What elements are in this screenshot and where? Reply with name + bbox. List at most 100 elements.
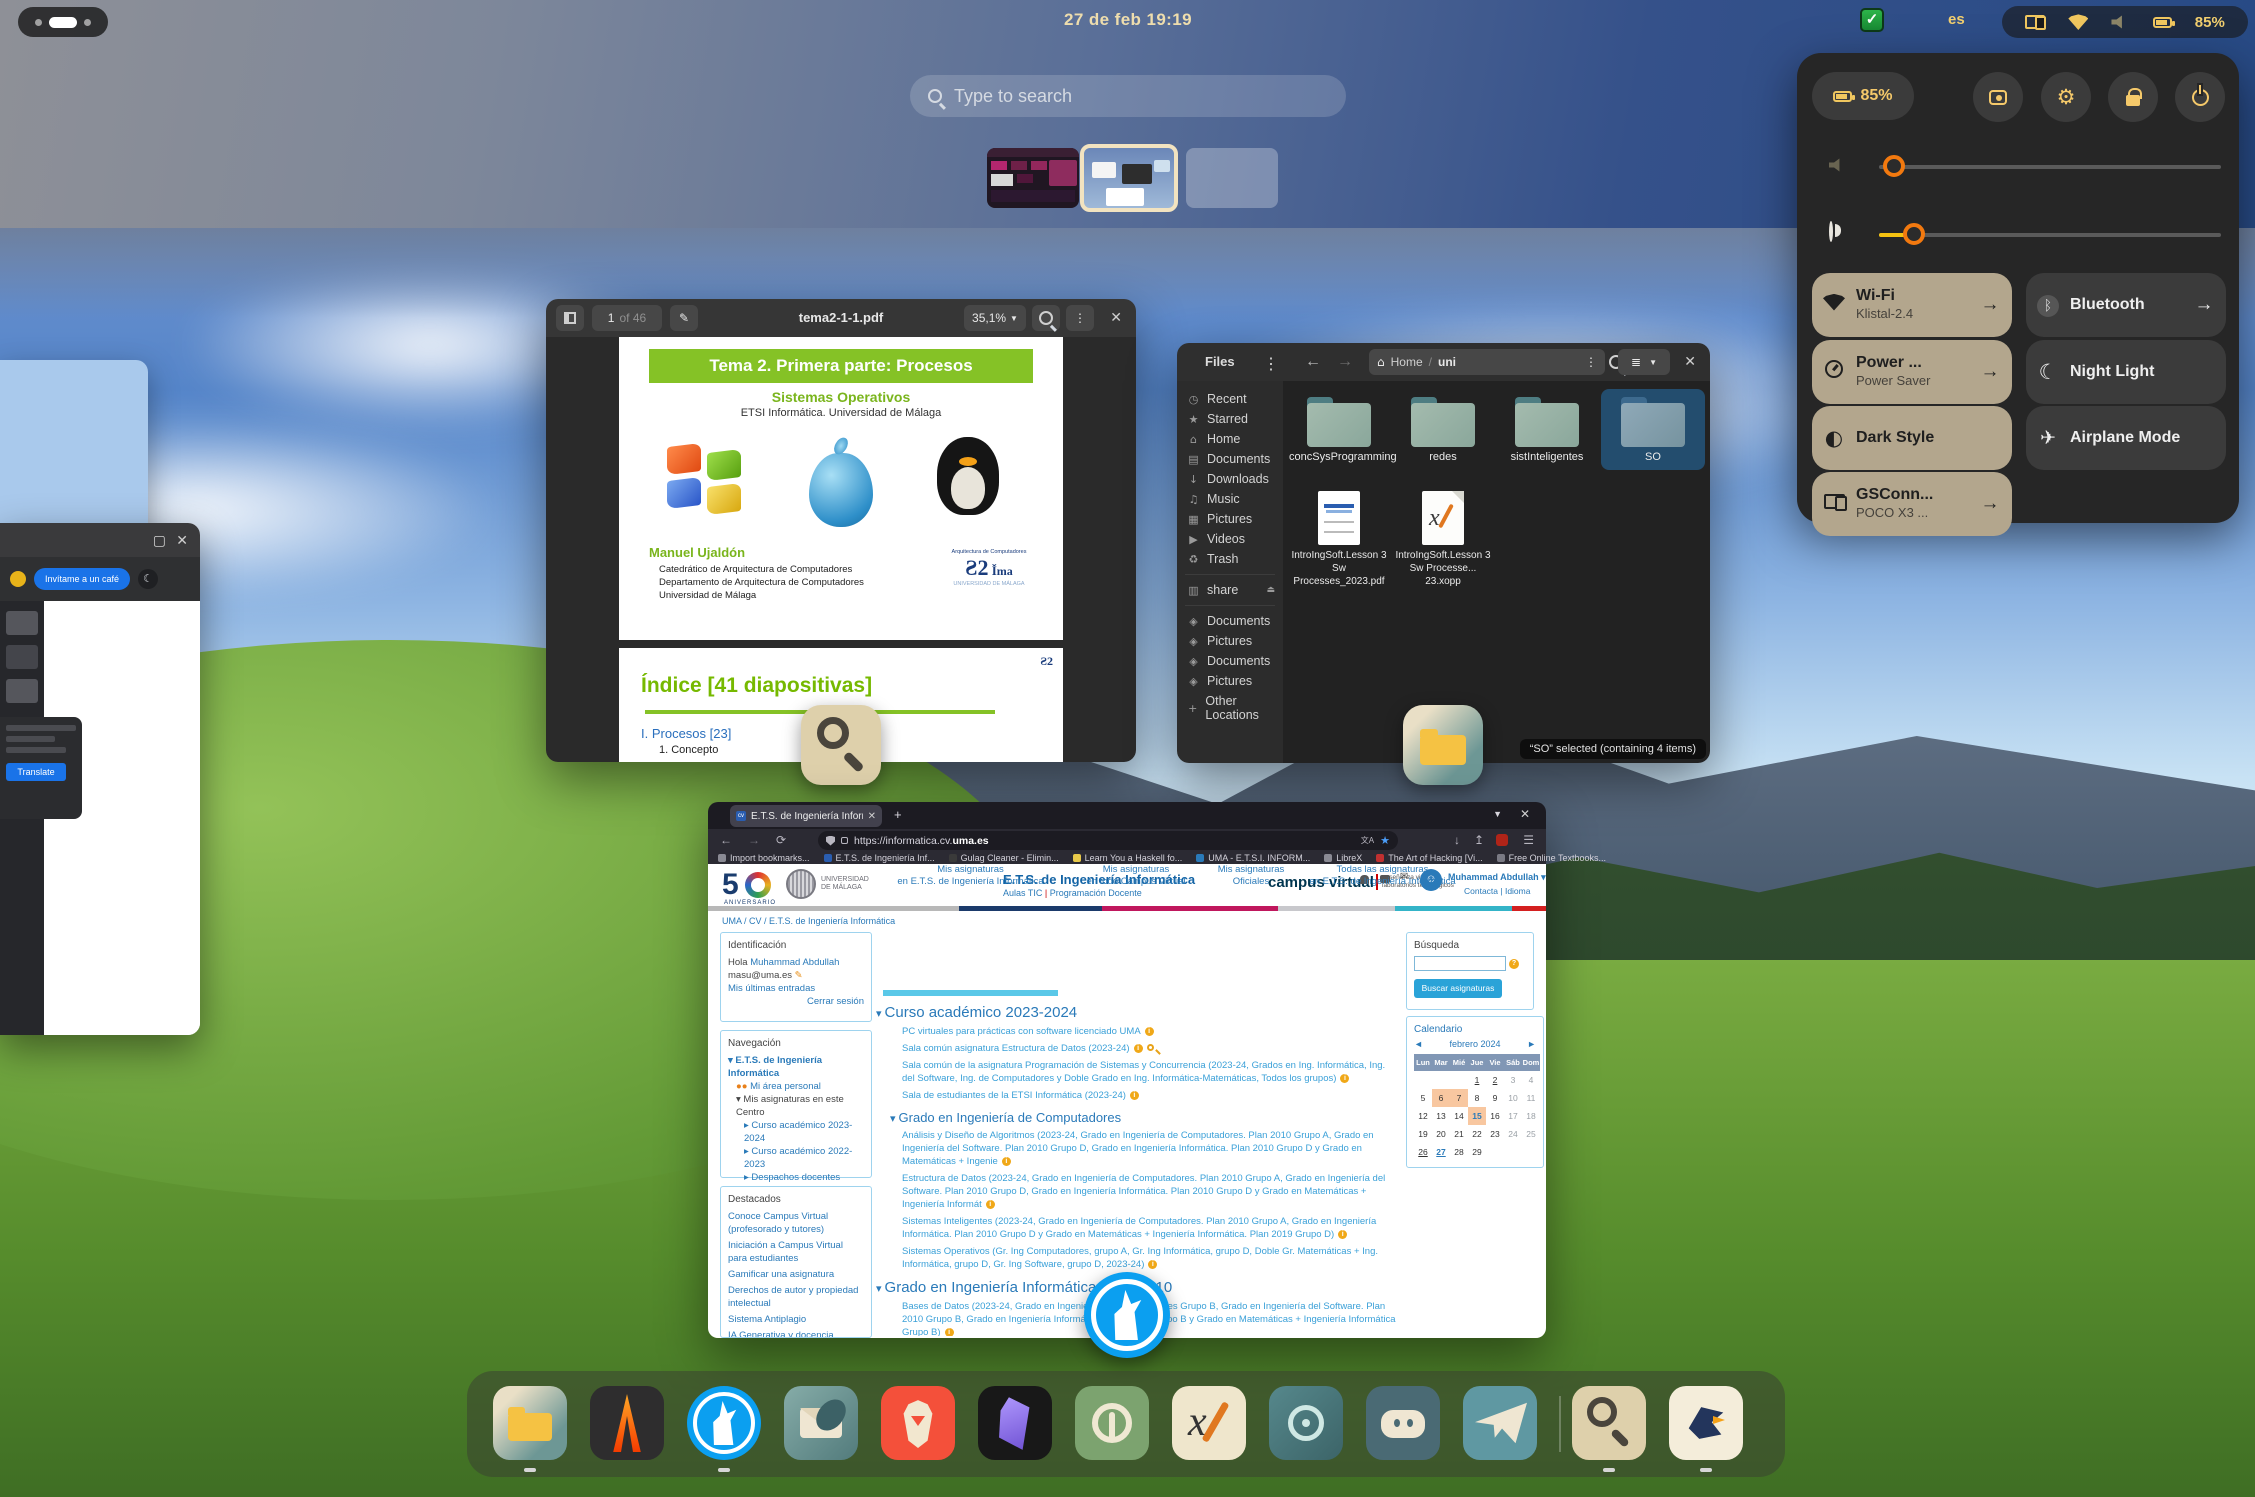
logout-link[interactable]: Cerrar sesión bbox=[728, 995, 864, 1008]
calendar-day[interactable]: 6 bbox=[1432, 1089, 1450, 1107]
sidebar-item-starred[interactable]: ★Starred bbox=[1177, 409, 1283, 429]
files-content[interactable]: concSysProgramming redes sistInteligente… bbox=[1283, 381, 1710, 763]
bookmark-item[interactable]: UMA - E.T.S.I. INFORM... bbox=[1196, 853, 1310, 863]
breadcrumb[interactable]: UMA / CV / E.T.S. de Ingeniería Informát… bbox=[722, 916, 895, 926]
calendar-day[interactable]: 29 bbox=[1468, 1143, 1486, 1161]
forward-button[interactable]: → bbox=[748, 833, 760, 847]
workspace-indicator[interactable] bbox=[18, 7, 108, 37]
bookmark-item[interactable]: E.T.S. de Ingeniería Inf... bbox=[824, 853, 935, 863]
path-bar[interactable]: ⌂ Home / uni ⋮ bbox=[1369, 349, 1605, 375]
bookmark-item[interactable]: LibreX bbox=[1324, 853, 1362, 863]
course-link[interactable]: Sala común asignatura Estructura de Dato… bbox=[902, 1042, 1396, 1055]
calendar-day[interactable]: 21 bbox=[1450, 1125, 1468, 1143]
sidebar-item-pictures[interactable]: ◈Pictures bbox=[1177, 671, 1283, 691]
bookmark-item[interactable]: Learn You a Haskell fo... bbox=[1073, 853, 1183, 863]
last-entries-link[interactable]: Mis últimas entradas bbox=[728, 982, 864, 995]
dock-files[interactable] bbox=[493, 1386, 567, 1460]
tile-bluetooth[interactable]: ᛒ Bluetooth → bbox=[2026, 273, 2226, 337]
calendar-day[interactable]: 14 bbox=[1450, 1107, 1468, 1125]
sidebar-item-downloads[interactable]: ↓Downloads bbox=[1177, 469, 1283, 489]
arrow-right-icon[interactable]: → bbox=[1968, 294, 2012, 316]
folder-sistinteligentes[interactable]: sistInteligentes bbox=[1497, 397, 1597, 464]
calendar-day[interactable]: 16 bbox=[1486, 1107, 1504, 1125]
calendar-day[interactable]: 27 bbox=[1432, 1143, 1450, 1161]
dock-floorp[interactable] bbox=[1669, 1386, 1743, 1460]
arrow-right-icon[interactable]: → bbox=[1968, 361, 2012, 383]
power-button[interactable] bbox=[2175, 72, 2225, 122]
file-pdf[interactable]: IntroIngSoft.Lesson 3 Sw Processes_2023.… bbox=[1289, 491, 1389, 588]
back-button[interactable]: ← bbox=[720, 833, 732, 847]
dock-discord[interactable] bbox=[1366, 1386, 1440, 1460]
calendar-day[interactable]: 23 bbox=[1486, 1125, 1504, 1143]
tile-dark-style[interactable]: ◐ Dark Style bbox=[1812, 406, 2012, 470]
brightness-slider[interactable] bbox=[1879, 233, 2221, 237]
translate-button[interactable]: Translate bbox=[6, 763, 66, 781]
dock-web[interactable] bbox=[1269, 1386, 1343, 1460]
eject-icon[interactable]: ⏏ bbox=[1266, 585, 1275, 595]
folder-redes[interactable]: redes bbox=[1393, 397, 1493, 464]
browser-tab[interactable]: cv E.T.S. de Ingeniería Inform ✕ bbox=[730, 805, 882, 827]
calendar-prev[interactable]: ◄ bbox=[1414, 1038, 1423, 1051]
nav-center[interactable]: ▾ Mis asignaturas en este Centro bbox=[736, 1093, 864, 1119]
featured-link[interactable]: Derechos de autor y propiedad intelectua… bbox=[728, 1284, 864, 1310]
dock-alacritty[interactable] bbox=[590, 1386, 664, 1460]
calendar-day[interactable]: 7 bbox=[1450, 1089, 1468, 1107]
system-tray[interactable]: 85% bbox=[2002, 6, 2248, 38]
course-link[interactable]: Sistemas Operativos (Gr. Ing Computadore… bbox=[902, 1245, 1396, 1271]
thumbnail[interactable] bbox=[6, 679, 38, 703]
featured-link[interactable]: Iniciación a Campus Virtual para estudia… bbox=[728, 1239, 864, 1265]
tab-todas[interactable]: Todas las asignaturasen E.T.S. de Ingeni… bbox=[1300, 864, 1465, 888]
dock-thunderbird[interactable] bbox=[784, 1386, 858, 1460]
bookmark-item[interactable]: Import bookmarks... bbox=[718, 853, 810, 863]
sidebar-item-other-locations[interactable]: +Other Locations bbox=[1177, 691, 1283, 725]
new-tab-button[interactable]: + bbox=[894, 807, 902, 822]
librewolf-app-icon[interactable] bbox=[1084, 1272, 1170, 1358]
window-close-icon[interactable]: ✕ bbox=[1520, 807, 1530, 821]
files-app-icon[interactable] bbox=[1403, 705, 1483, 785]
restore-icon[interactable]: ▢ bbox=[153, 532, 166, 549]
tile-airplane-mode[interactable]: ✈ Airplane Mode bbox=[2026, 406, 2226, 470]
zoom-level-dropdown[interactable]: 35,1%▼ bbox=[964, 305, 1026, 331]
search-input[interactable]: Type to search bbox=[910, 75, 1346, 117]
arrow-right-icon[interactable]: → bbox=[2182, 294, 2226, 316]
files-window[interactable]: Files ⋮ ← → ⌂ Home / uni ⋮ ≣▼ ✕ ◷Recent★… bbox=[1177, 343, 1710, 763]
file-xopp[interactable]: x IntroIngSoft.Lesson 3 Sw Processe... 2… bbox=[1393, 491, 1493, 588]
course-link[interactable]: Análisis y Diseño de Algoritmos (2023-24… bbox=[902, 1129, 1396, 1168]
featured-link[interactable]: IA Generativa y docencia bbox=[728, 1329, 864, 1338]
email-row[interactable]: masu@uma.es ✎ bbox=[728, 969, 864, 982]
header-links[interactable]: Contacta | Idioma bbox=[1464, 886, 1530, 896]
dock-evince[interactable] bbox=[1572, 1386, 1646, 1460]
evince-app-icon[interactable] bbox=[801, 705, 881, 785]
tile-wifi[interactable]: Wi-FiKlistal-2.4 → bbox=[1812, 273, 2012, 337]
volume-slider-knob[interactable] bbox=[1883, 155, 1905, 177]
sidebar-item-trash[interactable]: ♻Trash bbox=[1177, 549, 1283, 569]
calendar-next[interactable]: ► bbox=[1527, 1038, 1536, 1051]
browser-window[interactable]: cv E.T.S. de Ingeniería Inform ✕ + ▼ ✕ ←… bbox=[708, 802, 1546, 1338]
course-link[interactable]: Sistemas Inteligentes (2023-24, Grado en… bbox=[902, 1215, 1396, 1241]
settings-button[interactable]: ⚙ bbox=[2041, 72, 2091, 122]
view-toggle-button[interactable]: ≣▼ bbox=[1618, 349, 1670, 375]
tile-gsconnect[interactable]: GSConn...POCO X3 ... → bbox=[1812, 472, 2012, 536]
calendar-day[interactable]: 1 bbox=[1468, 1071, 1486, 1089]
bookmark-star-icon[interactable]: ★ bbox=[1380, 834, 1390, 847]
dock-keepassxc[interactable] bbox=[1075, 1386, 1149, 1460]
close-icon[interactable]: ✕ bbox=[1110, 309, 1122, 326]
back-button[interactable]: ← bbox=[1305, 353, 1321, 371]
calendar-day[interactable]: 15 bbox=[1468, 1107, 1486, 1125]
brightness-slider-knob[interactable] bbox=[1903, 223, 1925, 245]
search-courses-button[interactable]: Buscar asignaturas bbox=[1414, 979, 1502, 998]
tab-mis-asignaturas-cv[interactable]: Mis asignaturasen todo Campus Virtual bbox=[1076, 864, 1196, 888]
tab-mis-asignaturas-etsi[interactable]: Mis asignaturasen E.T.S. de Ingeniería I… bbox=[883, 864, 1058, 888]
info-icon[interactable]: i bbox=[1148, 1260, 1157, 1269]
downloads-icon[interactable]: ↓ bbox=[1454, 833, 1460, 847]
featured-link[interactable]: Conoce Campus Virtual (profesorado y tut… bbox=[728, 1210, 864, 1236]
sidebar-item-videos[interactable]: ▶Videos bbox=[1177, 529, 1283, 549]
extension-icon[interactable] bbox=[10, 571, 26, 587]
sidebar-item-pictures[interactable]: ◈Pictures bbox=[1177, 631, 1283, 651]
arrow-right-icon[interactable]: → bbox=[1968, 493, 2012, 515]
dock-xournalpp[interactable]: x bbox=[1172, 1386, 1246, 1460]
calendar-day[interactable]: 28 bbox=[1450, 1143, 1468, 1161]
course-link[interactable]: Estructura de Datos (2023-24, Grado en I… bbox=[902, 1172, 1396, 1211]
calendar-day[interactable]: 4 bbox=[1522, 1071, 1540, 1089]
calendar-day[interactable]: 9 bbox=[1486, 1089, 1504, 1107]
